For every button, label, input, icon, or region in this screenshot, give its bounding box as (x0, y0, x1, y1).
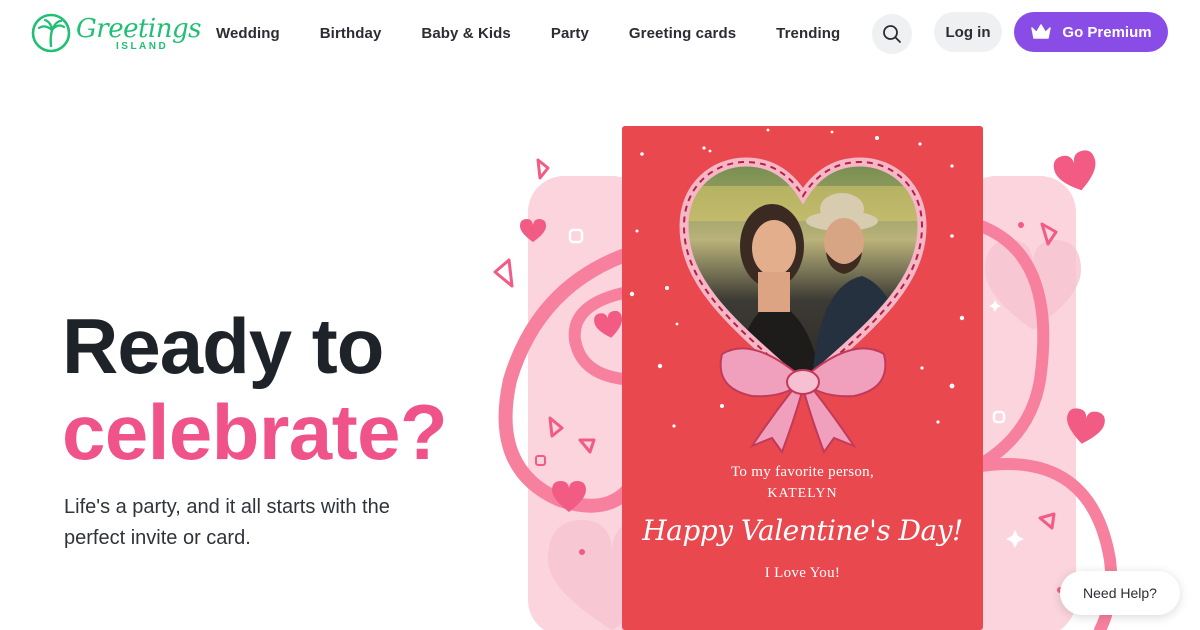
card-greeting-line: To my favorite person, (730, 464, 874, 480)
site-header: Greetings ISLAND Wedding Birthday Baby &… (0, 0, 1200, 70)
card-closing-line: I Love You! (764, 565, 841, 581)
hero-title-line2: celebrate? (62, 388, 448, 476)
nav-item-greeting-cards[interactable]: Greeting cards (629, 25, 736, 42)
greetings-island-logo[interactable]: Greetings ISLAND (30, 12, 201, 54)
go-premium-label: Go Premium (1062, 23, 1152, 41)
nav-item-baby-kids[interactable]: Baby & Kids (421, 25, 510, 42)
card-headline: Happy Valentine's Day! (642, 514, 963, 547)
valentine-card-preview[interactable]: To my favorite person, KATELYN Happy Val… (622, 126, 983, 630)
nav-item-birthday[interactable]: Birthday (320, 25, 382, 42)
main-navigation: Wedding Birthday Baby & Kids Party Greet… (216, 25, 880, 42)
card-artwork (629, 128, 965, 455)
logo-wordmark: Greetings (76, 14, 201, 44)
need-help-button[interactable]: Need Help? (1060, 571, 1180, 615)
crown-icon (1031, 24, 1052, 39)
nav-item-wedding[interactable]: Wedding (216, 25, 280, 42)
search-button[interactable] (872, 14, 912, 54)
hero-title-line1: Ready to (62, 302, 384, 390)
card-recipient-name: KATELYN (767, 486, 838, 501)
palm-tree-logo-icon (31, 13, 71, 53)
nav-item-party[interactable]: Party (551, 25, 589, 42)
login-button[interactable]: Log in (934, 12, 1002, 52)
nav-item-trending[interactable]: Trending (776, 25, 840, 42)
hero-subtitle: Life's a party, and it all starts with t… (64, 496, 390, 549)
search-icon (883, 25, 901, 43)
go-premium-button[interactable]: Go Premium (1014, 12, 1168, 52)
logo-subtitle: ISLAND (116, 41, 169, 52)
